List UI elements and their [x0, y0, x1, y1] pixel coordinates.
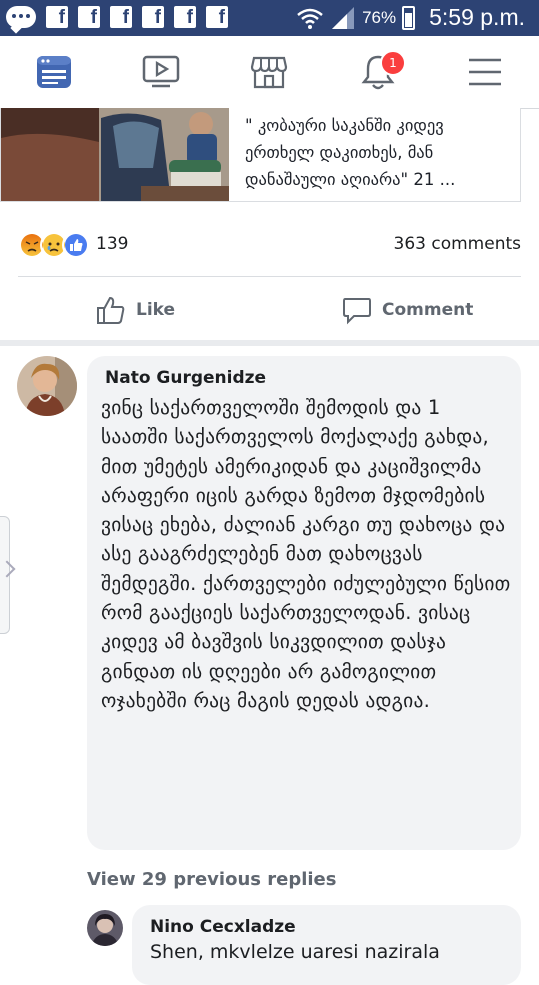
- speech-bubble-icon: [343, 298, 371, 325]
- notifications-badge: 1: [380, 50, 406, 76]
- reply-bubble[interactable]: Nino Cecxladze Shen, mkvlelze uaresi naz…: [132, 905, 521, 985]
- top-nav-bar: 1: [0, 36, 539, 109]
- watch-icon: [142, 55, 180, 88]
- facebook-icon: f: [78, 6, 100, 28]
- nav-watch[interactable]: [131, 36, 191, 108]
- reply-author[interactable]: Nino Cecxladze: [150, 917, 296, 937]
- facebook-icon: f: [110, 6, 132, 28]
- avatar[interactable]: [17, 356, 77, 416]
- shared-link-card[interactable]: " კობაური საკანში კიდევ ერთხელ დაკითხეს,…: [0, 108, 521, 202]
- like-label: Like: [136, 300, 176, 320]
- battery-icon: [402, 5, 416, 30]
- avatar[interactable]: [87, 910, 123, 946]
- facebook-icon: f: [46, 6, 68, 28]
- link-title: " კობაური საკანში კიდევ ერთხელ დაკითხეს,…: [245, 116, 456, 189]
- facebook-icon: f: [142, 6, 164, 28]
- thumbs-up-icon: [97, 296, 125, 324]
- reactions-summary[interactable]: 139 363 comments: [18, 231, 521, 259]
- comment-label: Comment: [382, 300, 474, 320]
- nav-marketplace[interactable]: [239, 36, 299, 108]
- comment-button[interactable]: Comment: [342, 290, 473, 330]
- view-previous-replies-link[interactable]: View 29 previous replies: [87, 869, 336, 890]
- comment-bubble[interactable]: Nato Gurgenidze ვინც საქართველოში შემოდი…: [87, 356, 521, 850]
- status-notification-icons: f f f f f f: [6, 6, 228, 28]
- like-button[interactable]: Like: [96, 290, 175, 330]
- side-scroll-handle[interactable]: [0, 516, 16, 634]
- wifi-icon: [297, 8, 323, 29]
- comment-text: ვინც საქართველოში შემოდის და 1 საათში სა…: [101, 396, 511, 712]
- menu-icon: [469, 58, 501, 86]
- link-thumbnail: [1, 108, 229, 201]
- comment-author[interactable]: Nato Gurgenidze: [105, 368, 266, 388]
- reaction-count: 139: [96, 234, 129, 254]
- facebook-icon: f: [174, 6, 196, 28]
- facebook-icon: f: [206, 6, 228, 28]
- nav-menu[interactable]: [455, 36, 515, 108]
- clock: 5:59 p.m.: [429, 4, 525, 30]
- battery-percent: 76%: [362, 7, 397, 27]
- status-bar: f f f f f f 76% 5:59 p.m.: [0, 0, 539, 36]
- section-separator: [0, 340, 539, 346]
- divider: [18, 276, 521, 277]
- signal-icon: [332, 6, 355, 29]
- nav-news-feed[interactable]: [24, 36, 84, 108]
- messenger-icon: [6, 6, 36, 28]
- marketplace-icon: [250, 56, 288, 89]
- comments-count[interactable]: 363 comments: [394, 234, 521, 254]
- like-reaction-icon: [62, 231, 90, 259]
- nav-notifications[interactable]: 1: [348, 36, 408, 108]
- news-feed-icon: [37, 56, 71, 88]
